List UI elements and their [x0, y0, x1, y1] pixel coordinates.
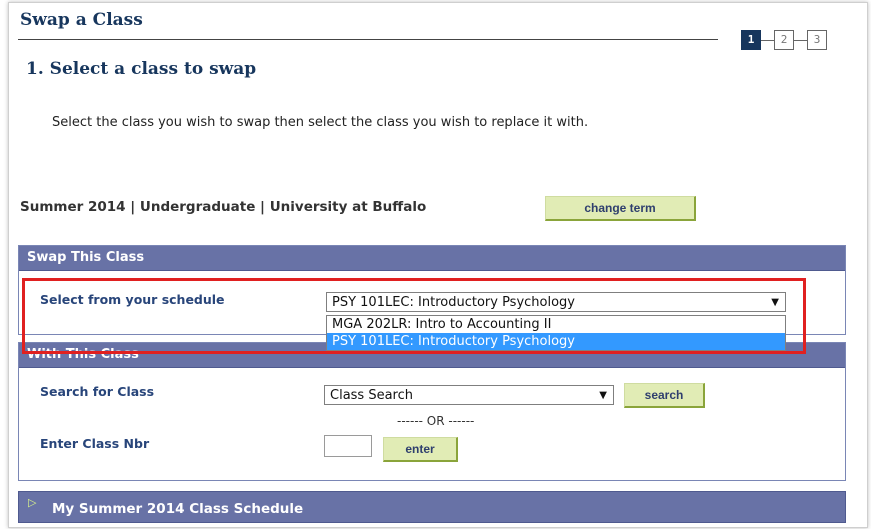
- search-button[interactable]: search: [624, 383, 705, 408]
- schedule-class-select[interactable]: PSY 101LEC: Introductory Psychology ▼: [326, 292, 786, 312]
- class-schedule-label: My Summer 2014 Class Schedule: [52, 501, 304, 517]
- step-heading: 1. Select a class to swap: [26, 59, 257, 79]
- step-connector: [761, 40, 774, 41]
- change-term-button[interactable]: change term: [545, 196, 696, 221]
- dropdown-option[interactable]: MGA 202LR: Intro to Accounting II: [327, 316, 785, 333]
- swap-this-class-header: Swap This Class: [19, 246, 845, 271]
- schedule-dropdown-list: MGA 202LR: Intro to Accounting II PSY 10…: [326, 315, 786, 351]
- dropdown-option-selected[interactable]: PSY 101LEC: Introductory Psychology: [327, 333, 785, 350]
- dropdown-arrow-icon: ▼: [771, 297, 779, 308]
- step-connector: [794, 40, 807, 41]
- class-nbr-input[interactable]: [324, 435, 372, 457]
- class-schedule-panel-toggle[interactable]: ▷ My Summer 2014 Class Schedule: [18, 491, 846, 523]
- step-3-icon: 3: [807, 30, 827, 50]
- term-info: Summer 2014 | Undergraduate | University…: [20, 199, 427, 215]
- enter-button[interactable]: enter: [383, 437, 458, 462]
- select-schedule-label: Select from your schedule: [40, 292, 225, 307]
- step-2-icon: 2: [774, 30, 794, 50]
- dropdown-arrow-icon: ▼: [599, 390, 607, 401]
- or-separator: ------ OR ------: [397, 414, 475, 428]
- search-for-class-label: Search for Class: [40, 384, 155, 399]
- expand-triangle-icon: ▷: [28, 496, 37, 509]
- step-1-icon: 1: [741, 30, 761, 50]
- page-title: Swap a Class: [20, 10, 143, 30]
- class-search-select-value: Class Search: [330, 388, 413, 403]
- title-divider: [18, 39, 718, 40]
- enter-class-nbr-label: Enter Class Nbr: [40, 436, 150, 451]
- instructions-text: Select the class you wish to swap then s…: [52, 115, 589, 130]
- schedule-select-value: PSY 101LEC: Introductory Psychology: [332, 295, 575, 310]
- class-search-select[interactable]: Class Search ▼: [324, 385, 614, 405]
